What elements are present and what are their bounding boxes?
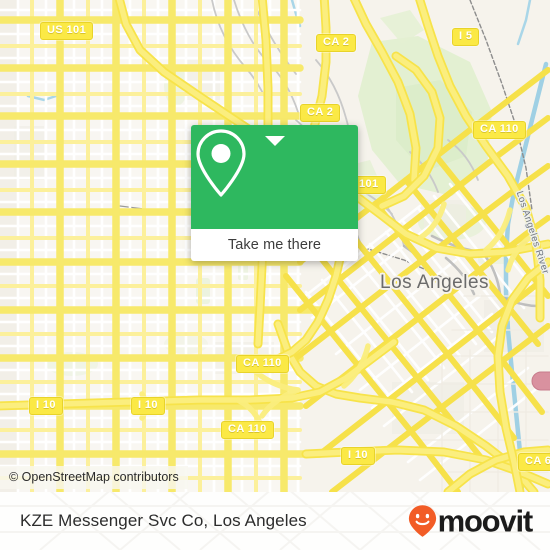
- road-shield-ca-110-mid[interactable]: CA 110: [236, 355, 289, 373]
- map-canvas[interactable]: .bg{fill:#f6f3ec} .park{fill:#e3f0d2} .p…: [0, 0, 550, 492]
- road-shield-ca-2-north[interactable]: CA 2: [316, 34, 357, 52]
- moovit-brand[interactable]: moovit: [408, 503, 534, 539]
- moovit-wordmark: moovit: [437, 503, 534, 539]
- map-pin-icon: [196, 129, 246, 197]
- road-shield-i-10-west[interactable]: I 10: [29, 397, 63, 415]
- moovit-pin-icon: [408, 505, 436, 537]
- road-shield-ca-110-north[interactable]: CA 110: [473, 121, 526, 139]
- road-shield-ca-110-south[interactable]: CA 110: [221, 421, 274, 439]
- footer-bar: KZE Messenger Svc Co, Los Angeles moovit: [0, 492, 550, 550]
- take-me-there-button[interactable]: Take me there: [191, 229, 358, 261]
- road-shield-us-101[interactable]: US 101: [40, 22, 94, 40]
- map-attribution[interactable]: © OpenStreetMap contributors: [0, 466, 188, 489]
- road-shield-i-5[interactable]: I 5: [452, 28, 480, 46]
- road-shield-ca-60[interactable]: CA 60: [518, 453, 550, 471]
- callout-pointer: [265, 136, 285, 146]
- road-shield-i-10-center[interactable]: I 10: [131, 397, 165, 415]
- map-screenshot: .bg{fill:#f6f3ec} .park{fill:#e3f0d2} .p…: [0, 0, 550, 550]
- road-shield-ca-2-south[interactable]: CA 2: [300, 104, 341, 122]
- take-me-there-label: Take me there: [227, 237, 322, 253]
- place-title: KZE Messenger Svc Co, Los Angeles: [20, 511, 307, 530]
- road-shield-i-10-east[interactable]: I 10: [341, 447, 375, 465]
- place-label-los-angeles: Los Angeles: [380, 272, 490, 293]
